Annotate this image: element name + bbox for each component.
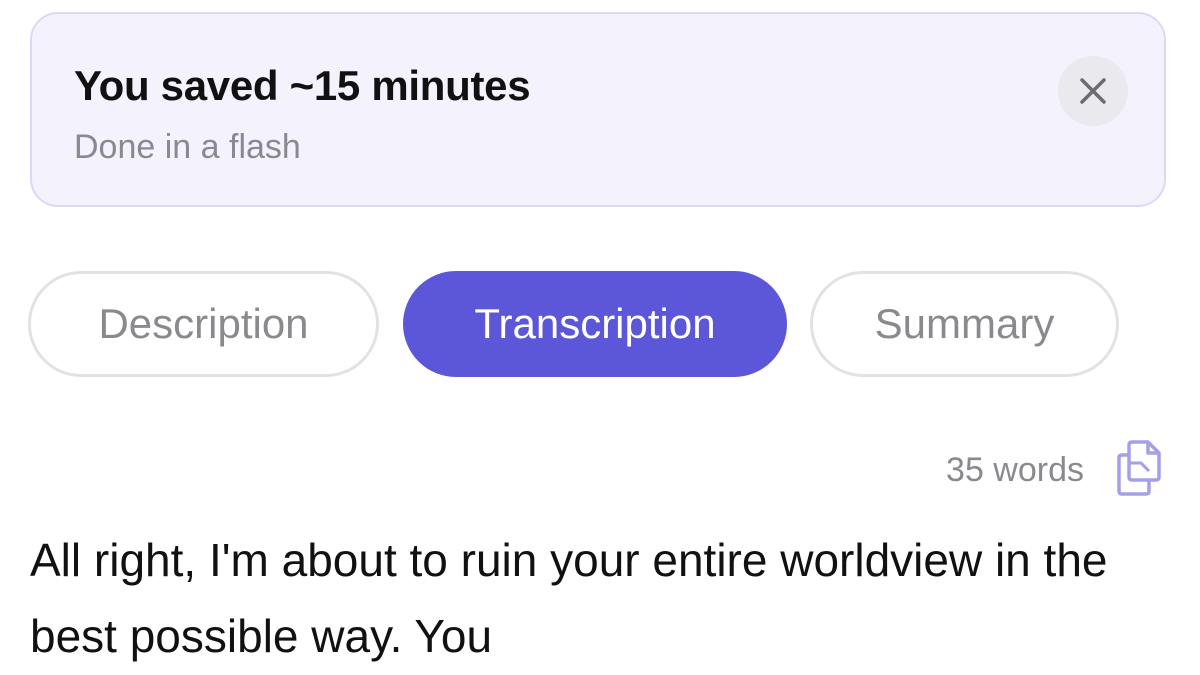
- close-icon: [1078, 76, 1108, 106]
- tab-transcription[interactable]: Transcription: [403, 271, 787, 377]
- banner-title: You saved ~15 minutes: [74, 62, 531, 109]
- tab-description-label: Description: [98, 300, 309, 347]
- copy-button[interactable]: [1114, 439, 1166, 502]
- tab-summary-label: Summary: [874, 300, 1055, 347]
- transcript-meta: 35 words: [946, 439, 1166, 502]
- word-count: 35 words: [946, 450, 1084, 489]
- tab-transcription-label: Transcription: [474, 300, 716, 347]
- copy-icon: [1115, 439, 1165, 502]
- savings-banner: You saved ~15 minutes Done in a flash: [30, 12, 1166, 207]
- transcript-text: All right, I'm about to ruin your entire…: [30, 534, 1108, 662]
- content-tabs: Description Transcription Summary: [28, 271, 1128, 377]
- tab-summary[interactable]: Summary: [810, 271, 1119, 377]
- tab-description[interactable]: Description: [28, 271, 379, 377]
- banner-subtitle: Done in a flash: [74, 128, 301, 166]
- close-button[interactable]: [1058, 56, 1128, 126]
